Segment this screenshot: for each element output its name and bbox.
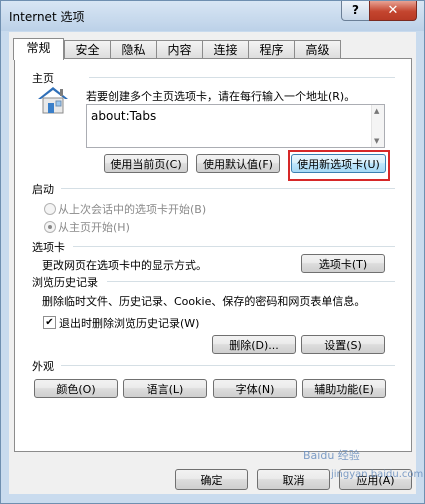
house-icon <box>36 85 70 115</box>
history-settings-button[interactable]: 设置(S) <box>301 335 385 354</box>
internet-options-window: Internet 选项 ? ✕ 常规 安全 隐私 内容 连接 程序 高级 主页 … <box>0 0 425 504</box>
use-default-button[interactable]: 使用默认值(F) <box>196 154 280 173</box>
home-description: 若要创建多个主页选项卡，请在每行输入一个地址(R)。 <box>86 90 356 103</box>
scroll-up-icon[interactable]: ▲ <box>374 107 379 115</box>
history-section-label: 浏览历史记录 <box>32 276 98 289</box>
startup-home-radio[interactable] <box>44 221 56 233</box>
highlight-box <box>288 150 390 181</box>
startup-last-session-radio[interactable] <box>44 203 56 215</box>
watermark-main: Baidu 经验 <box>303 449 360 462</box>
tab-security[interactable]: 安全 <box>64 40 111 59</box>
tabs-description: 更改网页在选项卡中的显示方式。 <box>42 259 207 272</box>
textarea-scrollbar[interactable]: ▲ ▼ <box>371 105 384 147</box>
tab-privacy[interactable]: 隐私 <box>110 40 157 59</box>
delete-on-exit-label: 退出时删除浏览历史记录(W) <box>59 317 200 330</box>
tabs-separator <box>73 246 395 247</box>
languages-button[interactable]: 语言(L) <box>123 379 207 398</box>
fonts-button[interactable]: 字体(N) <box>213 379 297 398</box>
scroll-down-icon[interactable]: ▼ <box>374 137 379 145</box>
startup-last-session-label: 从上次会话中的选项卡开始(B) <box>58 203 207 216</box>
startup-section-label: 启动 <box>32 183 54 196</box>
tab-content[interactable]: 内容 <box>156 40 203 59</box>
colors-button[interactable]: 颜色(O) <box>34 379 118 398</box>
tabs-button[interactable]: 选项卡(T) <box>301 254 385 273</box>
tab-advanced[interactable]: 高级 <box>294 40 341 59</box>
help-button[interactable]: ? <box>341 1 370 21</box>
home-section-label: 主页 <box>32 72 54 85</box>
history-separator <box>107 281 395 282</box>
home-page-textarea[interactable]: about:Tabs ▲ ▼ <box>86 104 385 148</box>
appearance-separator <box>61 365 395 366</box>
watermark-sub: jingyan.baidu.com <box>331 469 424 480</box>
tab-programs[interactable]: 程序 <box>248 40 295 59</box>
tabs-section-label: 选项卡 <box>32 241 65 254</box>
accessibility-button[interactable]: 辅助功能(E) <box>302 379 386 398</box>
close-button[interactable]: ✕ <box>369 1 417 21</box>
cancel-button[interactable]: 取消 <box>257 469 330 490</box>
title-bar: Internet 选项 ? ✕ <box>1 1 424 31</box>
appearance-section-label: 外观 <box>32 360 54 373</box>
tab-connections[interactable]: 连接 <box>202 40 249 59</box>
window-title: Internet 选项 <box>9 10 85 24</box>
startup-separator <box>61 188 395 189</box>
delete-history-button[interactable]: 删除(D)... <box>212 335 296 354</box>
use-current-button[interactable]: 使用当前页(C) <box>104 154 188 173</box>
tab-general[interactable]: 常规 <box>13 38 64 60</box>
startup-home-label: 从主页开始(H) <box>58 221 130 234</box>
home-separator <box>89 77 395 78</box>
ok-button[interactable]: 确定 <box>175 469 248 490</box>
delete-on-exit-checkbox[interactable]: ✔ <box>43 316 56 329</box>
history-description: 删除临时文件、历史记录、Cookie、保存的密码和网页表单信息。 <box>42 295 366 308</box>
home-page-url: about:Tabs <box>91 109 157 123</box>
